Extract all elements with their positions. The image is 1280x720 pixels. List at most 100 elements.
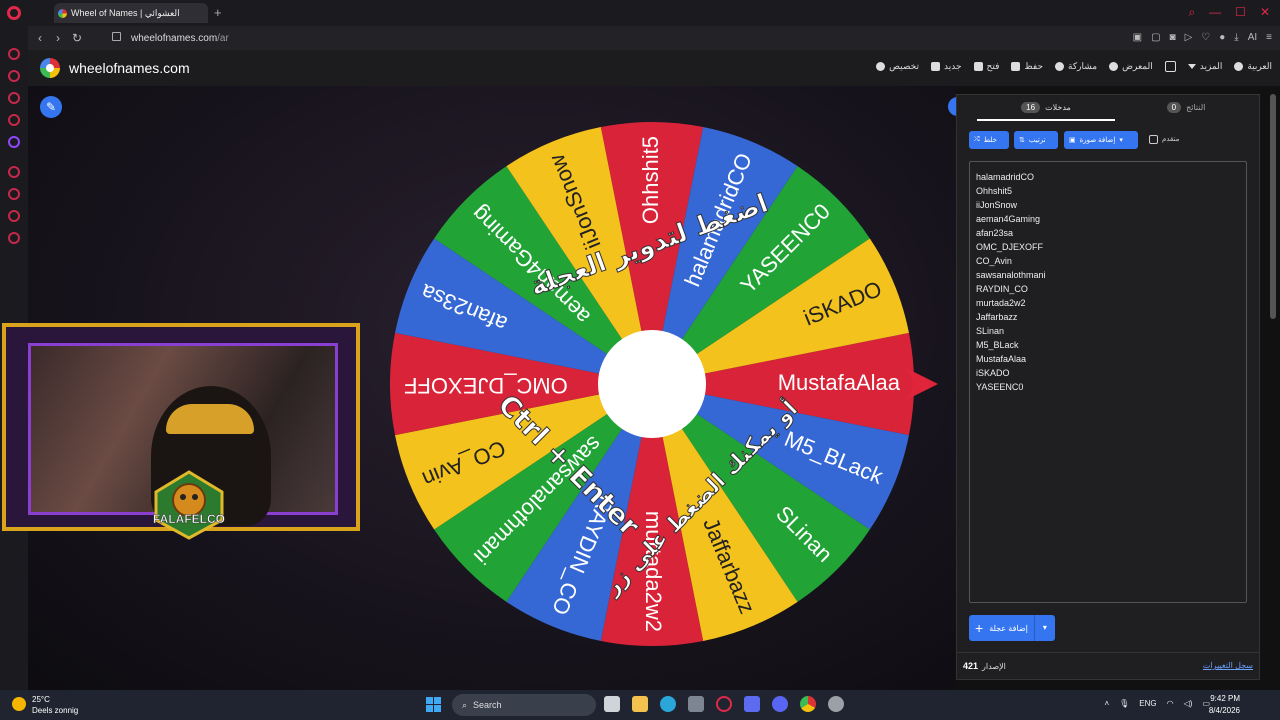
plus-icon: + bbox=[975, 620, 984, 636]
microphone-icon[interactable]: 🎙 bbox=[1119, 699, 1129, 708]
list-item[interactable]: afan23sa bbox=[976, 226, 1240, 240]
changelog-link[interactable]: سجل التغييرات bbox=[1203, 661, 1253, 670]
site-menu: تخصيص جديد فتح حفظ مشاركة المعرض المزيد … bbox=[876, 61, 1272, 72]
menu-open[interactable]: فتح bbox=[973, 61, 999, 72]
edge-icon[interactable] bbox=[660, 696, 676, 712]
discord-icon[interactable] bbox=[772, 696, 788, 712]
entries-toolbar: ⤮ خلط ⇅ ترتيب ▣ إضافة صورة ▾ متقدم bbox=[957, 131, 1259, 149]
new-tab-button[interactable]: + bbox=[214, 5, 222, 20]
page-scrollbar[interactable] bbox=[1270, 94, 1276, 319]
browser-tab[interactable]: Wheel of Names | العشوائي bbox=[54, 3, 208, 23]
windows-start-icon[interactable] bbox=[426, 697, 441, 712]
list-item[interactable]: M5_BLack bbox=[976, 338, 1240, 352]
add-wheel-main[interactable]: + إضافة عجلة bbox=[969, 620, 1034, 636]
sidebar-app-icon[interactable] bbox=[8, 92, 20, 104]
menu-share[interactable]: مشاركة bbox=[1055, 61, 1097, 72]
list-item[interactable]: Jaffarbazz bbox=[976, 310, 1240, 324]
list-item[interactable]: MustafaAlaa bbox=[976, 352, 1240, 366]
chevron-down-icon[interactable]: ▾ bbox=[1033, 615, 1055, 641]
weather-temp: 25°C bbox=[32, 695, 50, 704]
store-icon[interactable] bbox=[688, 696, 704, 712]
url-host: wheelofnames.com bbox=[131, 33, 218, 44]
sidebar-app-icon[interactable] bbox=[8, 70, 20, 82]
heart-icon[interactable]: ♡ bbox=[1201, 32, 1210, 43]
menu-save[interactable]: حفظ bbox=[1011, 61, 1043, 72]
weather-widget[interactable]: 25°C Deels zonnig bbox=[12, 694, 78, 716]
list-item[interactable]: CO_Avin bbox=[976, 254, 1240, 268]
url-field[interactable]: wheelofnames.com/ar bbox=[112, 32, 229, 44]
panel-footer: 421 الإصدار سجل التغييرات bbox=[957, 652, 1259, 679]
extension-icon[interactable]: ▣ bbox=[1133, 32, 1142, 43]
add-wheel-button[interactable]: + إضافة عجلة ▾ bbox=[969, 615, 1055, 641]
entries-textarea[interactable]: halamadridCO Ohhshit5 iiJonSnow aeman4Gamin… bbox=[969, 161, 1247, 603]
add-image-button[interactable]: ▣ إضافة صورة ▾ bbox=[1064, 131, 1138, 149]
reload-icon[interactable]: ↻ bbox=[72, 31, 82, 45]
menu-icon[interactable]: ≡ bbox=[1266, 32, 1272, 43]
list-item[interactable]: SLinan bbox=[976, 324, 1240, 338]
opera-logo-icon[interactable] bbox=[7, 6, 21, 20]
shuffle-button[interactable]: ⤮ خلط bbox=[969, 131, 1009, 149]
list-item[interactable]: YASEENC0 bbox=[976, 380, 1240, 394]
app-icon[interactable] bbox=[828, 696, 844, 712]
site-name[interactable]: wheelofnames.com bbox=[69, 60, 190, 76]
history-icon[interactable] bbox=[8, 188, 20, 200]
language-indicator[interactable]: ENG bbox=[1139, 699, 1156, 708]
list-item[interactable]: aeman4Gaming bbox=[976, 212, 1240, 226]
menu-gallery[interactable]: المعرض bbox=[1109, 61, 1153, 72]
play-icon[interactable]: ▷ bbox=[1185, 32, 1193, 43]
close-icon[interactable]: ✕ bbox=[1260, 5, 1270, 20]
address-bar: ‹ › ↻ wheelofnames.com/ar ▣ ▢ ◙ ▷ ♡ ● ⤓ … bbox=[28, 26, 1280, 51]
menu-more[interactable]: المزيد bbox=[1187, 61, 1222, 72]
chrome-icon[interactable] bbox=[800, 696, 816, 712]
fullscreen-button[interactable] bbox=[1164, 61, 1176, 72]
profile-icon[interactable]: ● bbox=[1219, 32, 1225, 43]
media-icon[interactable] bbox=[744, 696, 760, 712]
minimize-icon[interactable]: — bbox=[1209, 5, 1221, 20]
tab-entries-label: مدخلات bbox=[1045, 102, 1071, 112]
menu-new[interactable]: جديد bbox=[931, 61, 962, 72]
file-explorer-icon[interactable] bbox=[632, 696, 648, 712]
chevron-up-icon[interactable]: ˄ bbox=[1104, 699, 1109, 708]
download-icon[interactable]: ⤓ bbox=[1234, 32, 1238, 43]
clock[interactable]: 9:42 PM 8/4/2026 bbox=[1209, 693, 1240, 717]
tab-entries[interactable]: 16 مدخلات bbox=[977, 95, 1115, 121]
sidebar-app-icon[interactable] bbox=[8, 166, 20, 178]
menu-language[interactable]: العربية bbox=[1234, 61, 1272, 72]
camera-icon[interactable]: ◙ bbox=[1170, 32, 1176, 43]
list-item[interactable]: murtada2w2 bbox=[976, 296, 1240, 310]
settings-icon[interactable] bbox=[8, 232, 20, 244]
edit-icon[interactable]: ✎ bbox=[40, 96, 62, 118]
sidebar-app-icon[interactable] bbox=[8, 48, 20, 60]
entries-count: 16 bbox=[1021, 101, 1041, 113]
list-item[interactable]: Ohhshit5 bbox=[976, 184, 1240, 198]
list-item[interactable]: halamadridCO bbox=[976, 170, 1240, 184]
twitch-icon[interactable] bbox=[8, 136, 20, 148]
maximize-icon[interactable]: ☐ bbox=[1235, 5, 1246, 20]
advanced-checkbox[interactable] bbox=[1149, 135, 1158, 144]
ai-button[interactable]: AI bbox=[1248, 32, 1257, 43]
menu-customize[interactable]: تخصيص bbox=[876, 61, 919, 72]
search-icon[interactable]: ⌕ bbox=[1188, 5, 1195, 20]
list-item[interactable]: RAYDIN_CO bbox=[976, 282, 1240, 296]
sidebar-app-icon[interactable] bbox=[8, 210, 20, 222]
list-item[interactable]: sawsanalothmani bbox=[976, 268, 1240, 282]
tab-results[interactable]: 0 النتائج bbox=[1117, 95, 1255, 119]
sidebar-app-icon[interactable] bbox=[8, 114, 20, 126]
list-item[interactable]: iSKADO bbox=[976, 366, 1240, 380]
extension-icons: ▣ ▢ ◙ ▷ ♡ ● ⤓ AI ≡ bbox=[1133, 32, 1272, 43]
extension-icon[interactable]: ▢ bbox=[1151, 32, 1160, 43]
back-icon[interactable]: ‹ bbox=[38, 31, 42, 45]
forward-icon[interactable]: › bbox=[56, 31, 60, 45]
taskbar-search[interactable]: ⌕ Search bbox=[452, 694, 596, 716]
volume-icon[interactable]: ◁) bbox=[1184, 699, 1193, 708]
wifi-icon[interactable]: ◠ bbox=[1167, 699, 1174, 708]
wheel-of-names[interactable]: MustafaAlaaM5_BLackSLinanJaffarbazzmurta… bbox=[386, 118, 938, 650]
wheel-center[interactable] bbox=[598, 330, 706, 438]
opera-gx-icon[interactable] bbox=[716, 696, 732, 712]
wheel-logo-icon[interactable] bbox=[40, 58, 60, 78]
list-item[interactable]: OMC_DJEXOFF bbox=[976, 240, 1240, 254]
sort-button[interactable]: ⇅ ترتيب bbox=[1014, 131, 1058, 149]
list-item[interactable]: iiJonSnow bbox=[976, 198, 1240, 212]
system-tray: ˄ 🎙 ENG ◠ ◁) ▭ bbox=[1104, 699, 1210, 708]
task-view-icon[interactable] bbox=[604, 696, 620, 712]
